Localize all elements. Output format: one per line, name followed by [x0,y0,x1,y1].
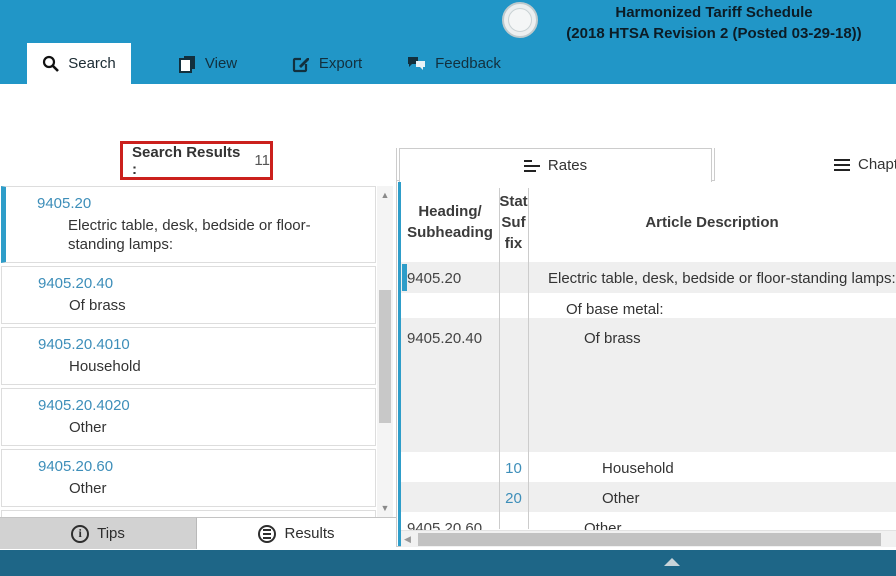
tab-tips[interactable]: i Tips [0,517,197,549]
search-results-label: Search Results : [132,144,249,178]
search-result-item[interactable]: 9405.20.60 Other [1,449,376,507]
page-title: Harmonized Tariff Schedule (2018 HTSA Re… [534,2,894,44]
scrollbar-thumb[interactable] [379,290,391,423]
cell-article-description: Electric table, desk, bedside or floor-s… [528,270,896,287]
detail-panel: Rates Chapt Heading/ Subheading Stat Suf… [396,148,896,547]
table-row: 20 Other [401,482,896,512]
table-row: 9405.20 Electric table, desk, bedside or… [401,262,896,293]
export-edit-icon [292,55,310,73]
footer-bar [0,550,896,576]
search-result-item[interactable]: 9405.20.4010 Household [1,327,376,385]
result-description: Other [69,479,367,498]
result-description: Electric table, desk, bedside or floor-s… [68,216,367,254]
tab-label: Feedback [435,55,501,72]
rates-table: Heading/ Subheading Stat Suf fix Article… [401,182,896,547]
scroll-up-icon[interactable]: ▲ [377,188,393,202]
scroll-down-icon[interactable]: ▼ [377,501,393,515]
cell-article-description: Of base metal: [528,301,896,318]
results-scrollbar[interactable]: ▲ ▼ [377,186,393,517]
column-header-stat-suffix: Stat Suf fix [499,191,528,254]
cell-stat-suffix-link[interactable]: 20 [499,490,528,507]
tab-label: Tips [97,525,125,542]
tab-label: Export [319,55,362,72]
scroll-to-top-icon[interactable] [664,558,680,566]
scroll-left-icon[interactable]: ◀ [404,532,411,547]
result-code-link: 9405.20 [37,194,367,213]
scrollbar-thumb[interactable] [418,533,881,546]
list-circle-icon [258,525,276,543]
tab-label: Results [284,525,334,542]
rates-lines-icon [524,160,540,172]
column-divider [528,188,529,529]
table-row: 10 Household [401,452,896,482]
search-result-item[interactable]: 9405.20.6010 Household [1,510,376,517]
table-row: Of base metal: [401,293,896,318]
feedback-bubbles-icon [407,55,426,72]
tab-label: Chapt [858,156,896,173]
view-pages-icon [179,55,196,73]
title-line1: Harmonized Tariff Schedule [534,2,894,23]
column-divider [499,188,500,529]
result-code-link: 9405.20.60 [38,457,367,476]
tab-export[interactable]: Export [282,43,372,84]
cell-stat-suffix-link[interactable]: 10 [499,460,528,477]
agency-seal-icon [502,2,538,38]
tab-search[interactable]: Search [27,43,131,84]
column-header-article-description: Article Description [528,212,896,233]
tab-view[interactable]: View [166,43,250,84]
annotation-box: Search Results : 11 [120,141,273,180]
tab-results[interactable]: Results [197,517,396,549]
cell-article-description: Household [528,460,896,477]
tab-feedback[interactable]: Feedback [398,43,510,84]
main-tab-bar: Search View Export Feedback [0,43,896,84]
cell-heading: 9405.20 [407,270,461,287]
search-results-count: 11 [254,152,270,169]
result-description: Of brass [69,296,367,315]
result-code-link: 9405.20.4020 [38,396,367,415]
tab-label: Search [68,55,116,72]
cell-article-description: Other [528,490,896,507]
result-code-link: 9405.20.40 [38,274,367,293]
tab-chapters[interactable]: Chapt [714,148,896,181]
cell-heading: 9405.20.40 [407,330,482,347]
result-code-link: 9405.20.4010 [38,335,367,354]
title-line2: (2018 HTSA Revision 2 (Posted 03-29-18)) [534,23,894,44]
search-result-item[interactable]: 9405.20.40 Of brass [1,266,376,324]
result-description: Other [69,418,367,437]
tab-rates[interactable]: Rates [399,148,712,182]
detail-tab-bar: Rates Chapt [397,148,896,181]
tab-label: Rates [548,157,587,174]
table-horizontal-scrollbar[interactable]: ◀ [401,530,896,547]
search-icon [42,55,59,72]
app-header: Harmonized Tariff Schedule (2018 HTSA Re… [0,0,896,84]
menu-lines-icon [834,159,850,171]
search-result-item[interactable]: 9405.20.4020 Other [1,388,376,446]
search-result-item[interactable]: 9405.20 Electric table, desk, bedside or… [1,186,376,263]
table-body: 9405.20 Electric table, desk, bedside or… [401,262,896,547]
column-header-heading: Heading/ Subheading [401,201,499,243]
result-description: Household [69,357,367,376]
left-bottom-tab-bar: i Tips Results [0,517,396,549]
table-header: Heading/ Subheading Stat Suf fix Article… [401,182,896,262]
table-row: 9405.20.40 Of brass [401,318,896,452]
search-results-list: 9405.20 Electric table, desk, bedside or… [1,186,376,517]
cell-article-description: Of brass [528,330,896,347]
info-icon: i [71,525,89,543]
tab-label: View [205,55,237,72]
